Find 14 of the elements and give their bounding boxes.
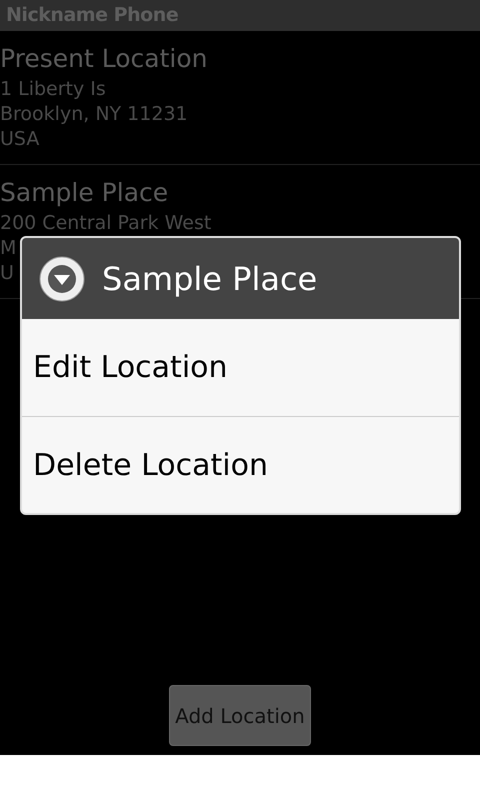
address-line: U: [0, 261, 14, 286]
address-line: Brooklyn, NY 11231: [0, 102, 188, 127]
dialog-title: Sample Place: [102, 258, 318, 300]
address-line: 200 Central Park West: [0, 211, 212, 236]
dropdown-icon: [38, 254, 86, 302]
address-line: 1 Liberty Is: [0, 77, 106, 102]
location-item[interactable]: Present Location 1 Liberty Is Brooklyn, NY 11231 USA: [0, 31, 480, 165]
address-line: M: [0, 236, 16, 261]
menu-item[interactable]: Delete Location: [22, 416, 459, 513]
address-line: USA: [0, 127, 40, 152]
location-name: Present Location: [0, 43, 208, 75]
location-name: Sample Place: [0, 177, 168, 209]
menu-item[interactable]: Edit Location: [22, 319, 459, 416]
add-location-button[interactable]: Add Location: [169, 685, 311, 746]
